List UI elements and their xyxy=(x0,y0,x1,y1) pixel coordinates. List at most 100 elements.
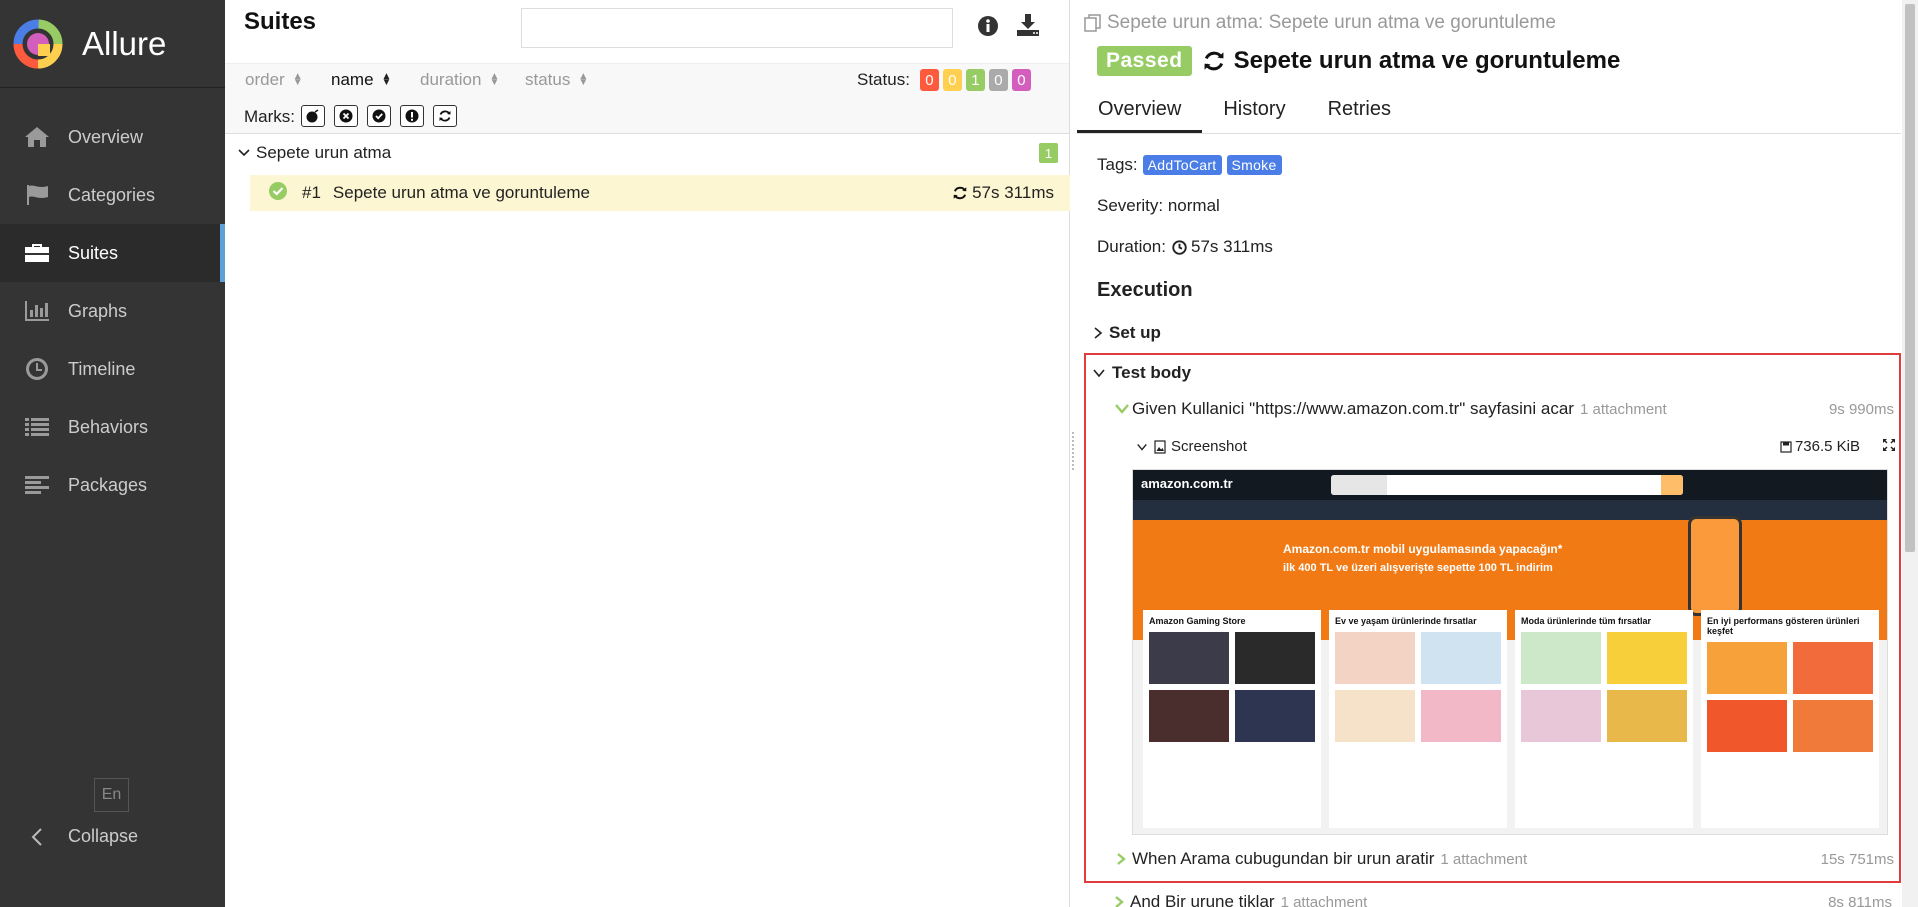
sort-label: duration xyxy=(420,70,482,89)
screenshot-card-title: Moda ürünlerinde tüm fırsatlar xyxy=(1521,616,1652,626)
status-count-skipped[interactable]: 0 xyxy=(988,69,1008,91)
mark-new-failed-icon[interactable] xyxy=(334,105,358,127)
test-title-row: Passed Sepete urun atma ve goruntuleme xyxy=(1097,46,1620,76)
attachment-size-value: 736.5 KiB xyxy=(1794,438,1860,455)
mark-new-passed-icon[interactable] xyxy=(367,105,391,127)
marks-label: Marks: xyxy=(244,107,295,126)
step-name: And Bir urune tiklar xyxy=(1130,892,1275,907)
chevron-down-icon xyxy=(1093,369,1105,378)
scrollbar[interactable] xyxy=(1902,0,1918,907)
step-row[interactable]: And Bir urune tiklar 1 attachment 8s 811… xyxy=(1112,892,1892,907)
scrollbar-thumb[interactable] xyxy=(1905,4,1915,552)
sort-arrows-icon: ▲ ▼ xyxy=(489,71,500,88)
status-count-passed[interactable]: 1 xyxy=(965,69,985,91)
step-attachments: 1 attachment xyxy=(1579,400,1667,418)
sidebar-item-graphs[interactable]: Graphs xyxy=(0,282,225,340)
status-count-unknown[interactable]: 0 xyxy=(1011,69,1031,91)
mark-new-broken-icon[interactable] xyxy=(400,105,424,127)
test-body-header[interactable]: Test body xyxy=(1092,363,1191,383)
brand[interactable]: Allure xyxy=(0,0,225,88)
status-count-failed[interactable]: 0 xyxy=(919,69,939,91)
download-icon[interactable] xyxy=(1015,12,1041,43)
breadcrumb-text: Sepete urun atma: Sepete urun atma ve go… xyxy=(1107,12,1556,33)
tab-history[interactable]: History xyxy=(1202,92,1306,133)
sidebar-item-categories[interactable]: Categories xyxy=(0,166,225,224)
breadcrumb: Sepete urun atma: Sepete urun atma ve go… xyxy=(1083,12,1556,34)
pane-splitter-handle[interactable] xyxy=(1070,430,1076,474)
language-button[interactable]: En xyxy=(94,778,129,812)
status-label: Status: xyxy=(857,70,910,89)
mark-flaky-bomb-icon[interactable] xyxy=(301,105,325,127)
briefcase-icon xyxy=(22,240,52,266)
severity: Severity: normal xyxy=(1097,196,1220,215)
sidebar-item-packages[interactable]: Packages xyxy=(0,456,225,514)
screenshot-card: En iyi performans gösteren ürünleri keşf… xyxy=(1701,610,1879,828)
sort-order[interactable]: order ▲ ▼ xyxy=(245,70,303,90)
tag-badge: AddToCart xyxy=(1142,155,1222,175)
sidebar-item-label: Suites xyxy=(68,242,119,263)
clock-icon xyxy=(1172,239,1187,255)
screenshot-cards: Amazon Gaming Store Ev ve yaşam ürünleri… xyxy=(1143,610,1879,828)
screenshot-amazon-logo: amazon.com.tr xyxy=(1141,476,1233,491)
step-time: 8s 811ms xyxy=(1828,893,1892,907)
sidebar-item-overview[interactable]: Overview xyxy=(0,108,225,166)
test-name: Sepete urun atma ve goruntuleme xyxy=(332,183,590,202)
status-filter: Status: 0 0 1 0 0 xyxy=(857,69,1031,91)
page-title: Suites xyxy=(244,8,317,35)
copy-icon[interactable] xyxy=(1083,13,1103,33)
expand-icon[interactable] xyxy=(1882,438,1896,456)
screenshot-hero-line2: ilk 400 TL ve üzeri alışverişte sepette … xyxy=(1283,562,1553,574)
retries-icon xyxy=(1204,51,1223,71)
sidebar-item-suites[interactable]: Suites xyxy=(0,224,225,282)
suite-group[interactable]: Sepete urun atma 1 xyxy=(238,140,1058,166)
tab-overview[interactable]: Overview xyxy=(1077,92,1203,133)
screenshot-card-title: Amazon Gaming Store xyxy=(1149,616,1246,626)
sort-duration[interactable]: duration ▲ ▼ xyxy=(420,70,499,90)
sidebar-item-label: Graphs xyxy=(68,300,128,321)
screenshot-card: Ev ve yaşam ürünlerinde fırsatlar xyxy=(1329,610,1507,828)
suites-pane: Suites order ▲ ▼ name ▲ ▼ duration ▲ ▼ stat… xyxy=(225,0,1070,907)
search-input[interactable] xyxy=(521,8,953,48)
sort-status[interactable]: status ▲ ▼ xyxy=(525,70,588,90)
step-time: 15s 751ms xyxy=(1820,850,1894,868)
chevron-right-green-icon xyxy=(1115,896,1124,907)
suites-header: Suites xyxy=(225,0,1069,64)
setup-section[interactable]: Set up xyxy=(1091,323,1161,343)
passed-status-icon xyxy=(268,181,288,206)
info-icon[interactable] xyxy=(977,15,999,42)
sidebar-item-label: Packages xyxy=(68,474,148,495)
sort-bar: order ▲ ▼ name ▲ ▼ duration ▲ ▼ status ▲ ▼ S… xyxy=(225,64,1069,100)
duration-row: Duration: 57s 311ms xyxy=(1097,237,1273,257)
sort-label: order xyxy=(245,70,285,89)
sidebar: Allure Overview Categories Suites Graphs… xyxy=(0,0,225,907)
flag-icon xyxy=(22,182,52,208)
step-name: Given Kullanici "https://www.amazon.com.… xyxy=(1132,399,1574,418)
test-body-label: Test body xyxy=(1112,363,1192,382)
test-case-row[interactable]: #1 Sepete urun atma ve goruntuleme 57s 3… xyxy=(250,175,1070,211)
screenshot-hero-line1: Amazon.com.tr mobil uygulamasında yapaca… xyxy=(1283,542,1563,556)
sidebar-item-label: Behaviors xyxy=(68,416,149,437)
sidebar-item-label: Categories xyxy=(68,184,156,205)
sidebar-item-label: Timeline xyxy=(68,358,136,379)
step-time: 9s 990ms xyxy=(1828,400,1894,418)
sort-label: name xyxy=(331,70,374,89)
sort-name[interactable]: name ▲ ▼ xyxy=(331,70,391,90)
sort-label: status xyxy=(525,70,571,89)
attachment-row[interactable]: Screenshot 736.5 KiB xyxy=(1136,438,1896,455)
step-name: When Arama cubugundan bir urun aratir xyxy=(1132,849,1435,868)
sidebar-item-behaviors[interactable]: Behaviors xyxy=(0,398,225,456)
test-body-section: Test body Given Kullanici "https://www.a… xyxy=(1084,353,1901,883)
status-count-broken[interactable]: 0 xyxy=(942,69,962,91)
mark-retries-icon[interactable] xyxy=(433,105,457,127)
duration-value: 57s 311ms xyxy=(1190,237,1273,256)
marks-bar: Marks: xyxy=(225,100,1069,134)
attachment-size: 736.5 KiB xyxy=(1780,438,1860,455)
collapse-button[interactable]: Collapse xyxy=(22,826,138,847)
sidebar-item-timeline[interactable]: Timeline xyxy=(0,340,225,398)
chevron-down-green-icon xyxy=(1115,404,1129,414)
step-row[interactable]: When Arama cubugundan bir urun aratir 1 … xyxy=(1114,849,1894,869)
step-row[interactable]: Given Kullanici "https://www.amazon.com.… xyxy=(1114,399,1894,419)
step-attachments: 1 attachment xyxy=(1280,893,1368,907)
screenshot-card-title: Ev ve yaşam ürünlerinde fırsatlar xyxy=(1335,616,1477,626)
tab-retries[interactable]: Retries xyxy=(1307,92,1412,133)
